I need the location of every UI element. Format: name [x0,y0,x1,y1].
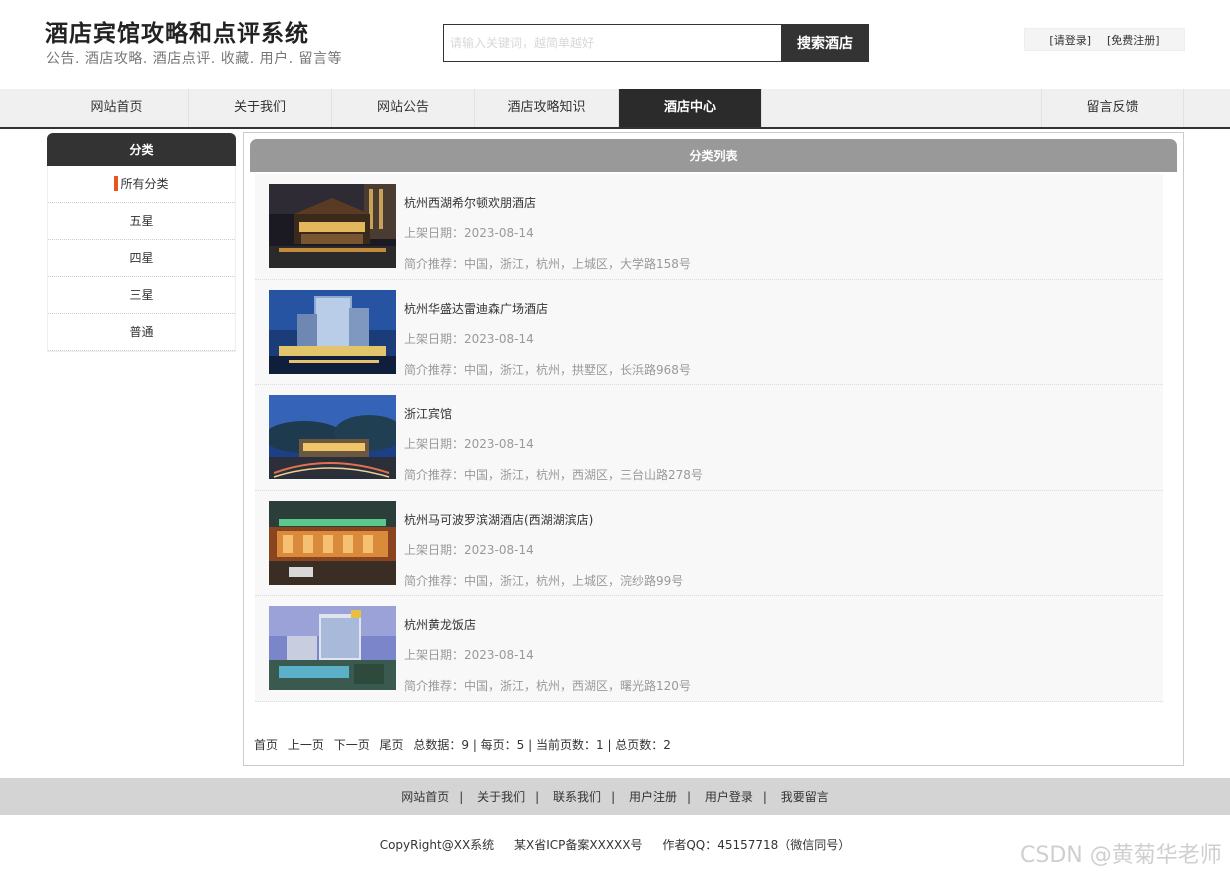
header: 酒店宾馆攻略和点评系统 公告. 酒店攻略. 酒店点评. 收藏. 用户. 留言等 … [0,0,1230,89]
hotel-date: 上架日期：2023-08-14 [404,226,534,240]
category-label: 四星 [129,251,154,265]
prev-page-link[interactable]: 上一页 [288,738,324,752]
hotel-thumbnail[interactable] [269,289,396,374]
hotel-thumbnail[interactable] [269,500,396,585]
register-link[interactable]: [免费注册] [1107,32,1160,48]
hotel-item: 杭州华盛达雷迪森广场酒店 上架日期：2023-08-14 简介推荐：中国，浙江，… [255,279,1163,385]
footer-separator: | [686,790,691,804]
hotel-thumbnail[interactable] [269,606,396,690]
sidebar-title: 分类 [47,133,236,166]
category-label: 五星 [129,214,154,228]
last-page-link[interactable]: 尾页 [380,738,404,752]
footer-link-message[interactable]: 我要留言 [781,790,829,804]
hotel-intro: 简介推荐：中国，浙江，杭州，拱墅区，长浜路968号 [404,362,691,377]
author-text: 作者QQ：45157718（微信同号） [662,838,851,852]
category-normal[interactable]: 普通 [48,314,235,351]
hotel-item: 杭州马可波罗滨湖酒店(西湖湖滨店) 上架日期：2023-08-14 简介推荐：中… [255,490,1163,596]
nav-item-hotels[interactable]: 酒店中心 [619,89,762,127]
nav-item-about[interactable]: 关于我们 [189,89,332,127]
category-four-star[interactable]: 四星 [48,240,235,277]
category-label: 所有分类 [120,177,169,191]
footer-separator: | [611,790,616,804]
first-page-link[interactable]: 首页 [254,738,278,752]
hotel-intro: 简介推荐：中国，浙江，杭州，西湖区，曙光路120号 [404,679,691,693]
hotel-date: 上架日期：2023-08-14 [404,648,534,662]
site-subtitle: 公告. 酒店攻略. 酒店点评. 收藏. 用户. 留言等 [46,51,343,67]
hotel-name[interactable]: 浙江宾馆 [404,405,452,422]
footer-link-login[interactable]: 用户登录 [705,790,753,804]
category-list: 所有分类 五星 四星 三星 普通 [47,166,236,352]
search-input[interactable] [443,24,781,62]
nav-item-home[interactable]: 网站首页 [45,89,189,127]
site-title[interactable]: 酒店宾馆攻略和点评系统 [45,14,309,48]
search-button[interactable]: 搜索酒店 [781,24,869,62]
hotel-date: 上架日期：2023-08-14 [404,437,534,451]
pagination: 首页 上一页 下一页 尾页 总数据：9 | 每页：5 | 当前页数：1 | 总页… [254,736,671,753]
footer-link-about[interactable]: 关于我们 [477,790,525,804]
footer-nav: 网站首页 | 关于我们 | 联系我们 | 用户注册 | 用户登录 | 我要留言 [0,778,1230,815]
hotel-intro: 简介推荐：中国，浙江，杭州，上城区，大学路158号 [404,257,691,271]
hotel-list: 杭州西湖希尔顿欢朋酒店 上架日期：2023-08-14 简介推荐：中国，浙江，杭… [255,174,1163,702]
footer-link-home[interactable]: 网站首页 [401,790,449,804]
hotel-intro: 简介推荐：中国，浙江，杭州，上城区，浣纱路99号 [404,573,684,588]
category-five-star[interactable]: 五星 [48,203,235,240]
panel-title: 分类列表 [250,139,1177,172]
hotel-name[interactable]: 杭州马可波罗滨湖酒店(西湖湖滨店) [404,511,593,528]
next-page-link[interactable]: 下一页 [334,738,370,752]
category-all[interactable]: 所有分类 [48,166,235,203]
hotel-item: 杭州黄龙饭店 上架日期：2023-08-14 简介推荐：中国，浙江，杭州，西湖区… [255,596,1163,702]
hotel-name[interactable]: 杭州西湖希尔顿欢朋酒店 [404,194,536,211]
copyright-text: CopyRight@XX系统 [379,838,495,852]
hotel-date: 上架日期：2023-08-14 [404,542,534,557]
footer-link-contact[interactable]: 联系我们 [553,790,601,804]
category-three-star[interactable]: 三星 [48,277,235,314]
search-bar: 搜索酒店 [443,24,869,62]
category-label: 三星 [129,288,154,302]
hotel-date: 上架日期：2023-08-14 [404,331,534,346]
footer-separator: | [535,790,540,804]
login-link[interactable]: [请登录] [1049,32,1091,48]
category-sidebar: 分类 所有分类 五星 四星 三星 普通 [47,133,236,352]
nav-item-feedback[interactable]: 留言反馈 [1041,89,1184,127]
hotel-item: 杭州西湖希尔顿欢朋酒店 上架日期：2023-08-14 简介推荐：中国，浙江，杭… [255,174,1163,280]
hotel-list-panel: 分类列表 杭州西湖希尔顿欢朋酒店 上架日期：2023-08-14 简介推荐：中国… [243,132,1184,766]
icp-text: 某X省ICP备案XXXXX号 [514,838,643,852]
hotel-thumbnail[interactable] [269,395,396,479]
category-label: 普通 [129,325,154,339]
hotel-intro: 简介推荐：中国，浙江，杭州，西湖区，三台山路278号 [404,468,703,482]
footer-separator: | [762,790,767,804]
hotel-name[interactable]: 杭州黄龙饭店 [404,616,476,633]
hotel-name[interactable]: 杭州华盛达雷迪森广场酒店 [404,300,548,317]
nav-item-guide[interactable]: 酒店攻略知识 [475,89,619,127]
user-links: [请登录] [免费注册] [1024,28,1185,51]
pagination-info: 总数据：9 | 每页：5 | 当前页数：1 | 总页数：2 [413,738,671,752]
active-marker [114,176,119,191]
footer-separator: | [459,790,464,804]
main-nav: 网站首页 关于我们 网站公告 酒店攻略知识 酒店中心 留言反馈 [0,89,1230,129]
nav-item-notice[interactable]: 网站公告 [332,89,475,127]
hotel-thumbnail[interactable] [269,184,396,268]
watermark: CSDN @黄菊华老师 [1020,843,1222,868]
hotel-item: 浙江宾馆 上架日期：2023-08-14 简介推荐：中国，浙江，杭州，西湖区，三… [255,385,1163,491]
footer-link-register[interactable]: 用户注册 [629,790,677,804]
